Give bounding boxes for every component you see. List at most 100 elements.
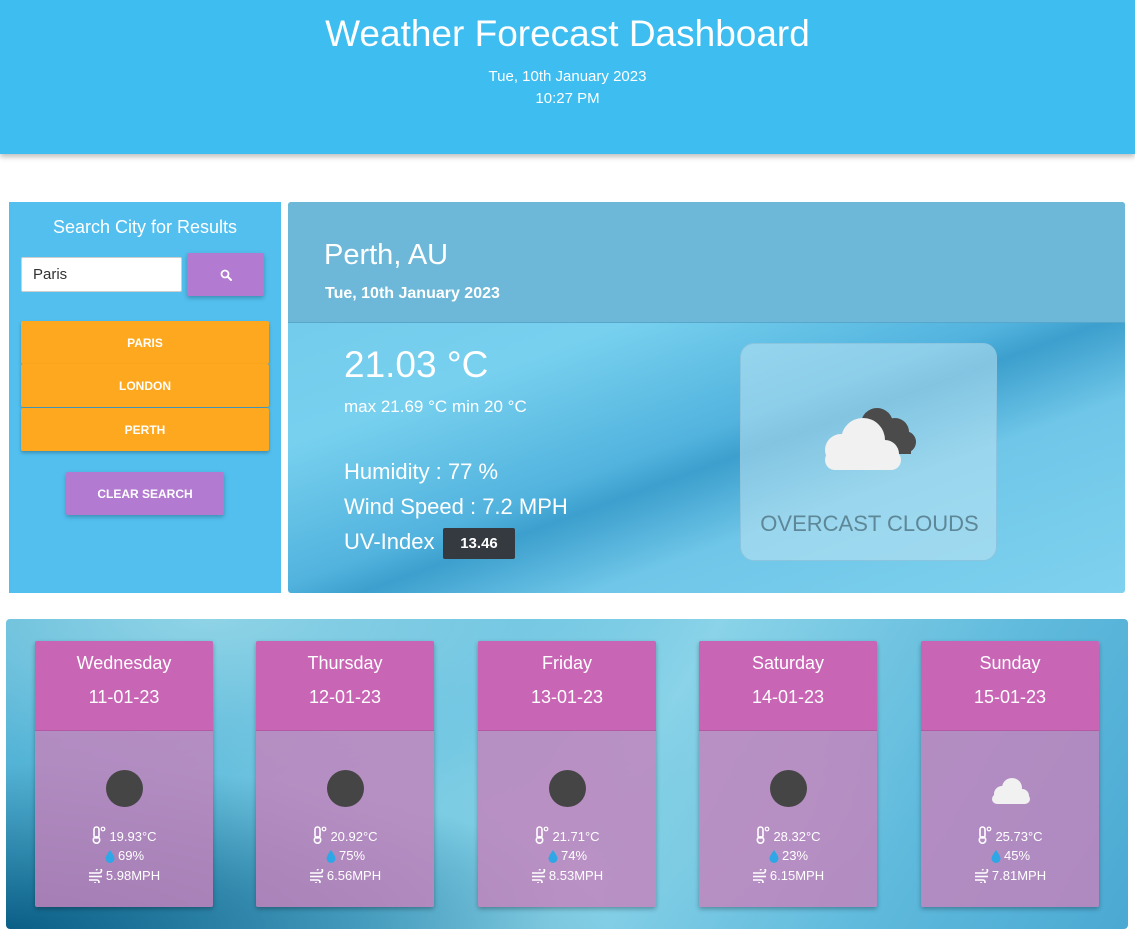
forecast-icon xyxy=(256,770,434,807)
wind-icon xyxy=(752,867,767,885)
header-time: 10:27 PM xyxy=(535,90,600,107)
forecast-strip: Wednesday 11-01-23 19.93°C 69% 5.98MPH T… xyxy=(6,619,1128,929)
thermometer-icon xyxy=(978,826,992,845)
condition-description: OVERCAST CLOUDS xyxy=(760,511,979,536)
forecast-day: Wednesday xyxy=(76,653,172,673)
thermometer-icon xyxy=(756,826,770,845)
search-heading: Search City for Results xyxy=(52,217,238,237)
forecast-humidity-value: 74% xyxy=(560,848,588,863)
forecast-wind-value: 8.53MPH xyxy=(548,868,604,883)
forecast-date: 15-01-23 xyxy=(973,687,1047,707)
forecast-date: 12-01-23 xyxy=(308,687,382,707)
forecast-card: Wednesday 11-01-23 19.93°C 69% 5.98MPH xyxy=(35,641,213,907)
forecast-day: Sunday xyxy=(979,653,1041,673)
forecast-humidity-value: 45% xyxy=(1003,848,1031,863)
wind-speed-value: Wind Speed : 7.2 MPH xyxy=(344,494,568,519)
forecast-date: 14-01-23 xyxy=(751,687,825,707)
forecast-day: Saturday xyxy=(751,653,825,673)
forecast-humidity-value: 69% xyxy=(117,848,145,863)
dark-disc-icon xyxy=(548,770,586,807)
forecast-day: Thursday xyxy=(307,653,383,673)
clear-search-button[interactable]: CLEAR SEARCH xyxy=(66,472,224,515)
forecast-card: Thursday 12-01-23 20.92°C 75% 6.56MPH xyxy=(256,641,434,907)
forecast-card-header: Saturday 14-01-23 xyxy=(699,641,877,731)
history-button-london[interactable]: LONDON xyxy=(21,364,269,407)
forecast-humidity-value: 75% xyxy=(338,848,366,863)
forecast-card-header: Sunday 15-01-23 xyxy=(921,641,1099,731)
forecast-wind: 6.56MPH xyxy=(256,867,434,885)
page-title: Weather Forecast Dashboard xyxy=(325,13,810,54)
search-panel: Search City for Results PARIS LONDON PER… xyxy=(9,202,281,593)
forecast-wind-value: 7.81MPH xyxy=(991,868,1047,883)
water-drop-icon xyxy=(548,850,558,863)
forecast-temperature: 19.93°C xyxy=(35,826,213,845)
forecast-date: 13-01-23 xyxy=(530,687,604,707)
water-drop-icon xyxy=(991,850,1001,863)
forecast-card-header: Wednesday 11-01-23 xyxy=(35,641,213,731)
history-button-perth[interactable]: PERTH xyxy=(21,408,269,451)
current-temperature: 21.03 °C xyxy=(344,344,489,385)
search-button[interactable] xyxy=(187,253,264,296)
forecast-card: Sunday 15-01-23 25.73°C 45% 7.81MPH xyxy=(921,641,1099,907)
forecast-wind: 7.81MPH xyxy=(921,867,1099,885)
forecast-temp-value: 19.93°C xyxy=(109,829,157,844)
header-date: Tue, 10th January 2023 xyxy=(488,68,647,85)
thermometer-icon xyxy=(535,826,549,845)
city-name: Perth, AU xyxy=(324,239,449,271)
forecast-day: Friday xyxy=(541,653,592,673)
app-header: Weather Forecast Dashboard Tue, 10th Jan… xyxy=(0,0,1135,154)
water-drop-icon xyxy=(326,850,336,863)
city-search-input[interactable] xyxy=(21,257,182,292)
forecast-icon xyxy=(699,770,877,807)
forecast-wind-value: 6.56MPH xyxy=(326,868,382,883)
history-button-paris[interactable]: PARIS xyxy=(21,321,269,364)
current-weather-header: Perth, AU Tue, 10th January 2023 xyxy=(288,202,1125,323)
forecast-humidity-value: 23% xyxy=(781,848,809,863)
forecast-humidity: 45% xyxy=(921,848,1099,863)
water-drop-icon xyxy=(769,850,779,863)
forecast-card-header: Thursday 12-01-23 xyxy=(256,641,434,731)
overcast-clouds-icon xyxy=(825,408,916,470)
forecast-temp-value: 21.71°C xyxy=(552,829,600,844)
thermometer-icon xyxy=(313,826,327,845)
search-icon xyxy=(220,269,232,281)
forecast-temperature: 28.32°C xyxy=(699,826,877,845)
humidity-value: Humidity : 77 % xyxy=(344,459,499,484)
forecast-icon xyxy=(35,770,213,807)
forecast-temperature: 20.92°C xyxy=(256,826,434,845)
forecast-temperature: 21.71°C xyxy=(478,826,656,845)
forecast-icon xyxy=(921,770,1099,808)
uv-index-label: UV-Index xyxy=(344,529,435,554)
forecast-humidity: 69% xyxy=(35,848,213,863)
forecast-icon xyxy=(478,770,656,807)
condition-card: OVERCAST CLOUDS xyxy=(740,343,997,561)
forecast-card: Saturday 14-01-23 28.32°C 23% 6.15MPH xyxy=(699,641,877,907)
forecast-wind: 8.53MPH xyxy=(478,867,656,885)
wind-icon xyxy=(974,867,989,885)
forecast-temp-value: 28.32°C xyxy=(773,829,821,844)
forecast-humidity: 23% xyxy=(699,848,877,863)
forecast-card-header: Friday 13-01-23 xyxy=(478,641,656,731)
current-weather-panel: Perth, AU Tue, 10th January 2023 21.03 °… xyxy=(288,202,1125,593)
thermometer-icon xyxy=(92,826,106,845)
forecast-wind-value: 5.98MPH xyxy=(105,868,161,883)
dark-disc-icon xyxy=(326,770,364,807)
cloud-icon xyxy=(992,778,1030,804)
wind-icon xyxy=(88,867,103,885)
forecast-humidity: 75% xyxy=(256,848,434,863)
forecast-wind-value: 6.15MPH xyxy=(769,868,825,883)
current-date: Tue, 10th January 2023 xyxy=(325,285,500,302)
water-drop-icon xyxy=(105,850,115,863)
temperature-range: max 21.69 °C min 20 °C xyxy=(344,397,527,416)
wind-icon xyxy=(531,867,546,885)
forecast-wind: 5.98MPH xyxy=(35,867,213,885)
dark-disc-icon xyxy=(769,770,807,807)
dark-disc-icon xyxy=(105,770,143,807)
forecast-humidity: 74% xyxy=(478,848,656,863)
uv-index-badge: 13.46 xyxy=(443,528,515,559)
forecast-date: 11-01-23 xyxy=(88,687,160,707)
forecast-temperature: 25.73°C xyxy=(921,826,1099,845)
forecast-card: Friday 13-01-23 21.71°C 74% 8.53MPH xyxy=(478,641,656,907)
forecast-temp-value: 25.73°C xyxy=(995,829,1043,844)
forecast-wind: 6.15MPH xyxy=(699,867,877,885)
